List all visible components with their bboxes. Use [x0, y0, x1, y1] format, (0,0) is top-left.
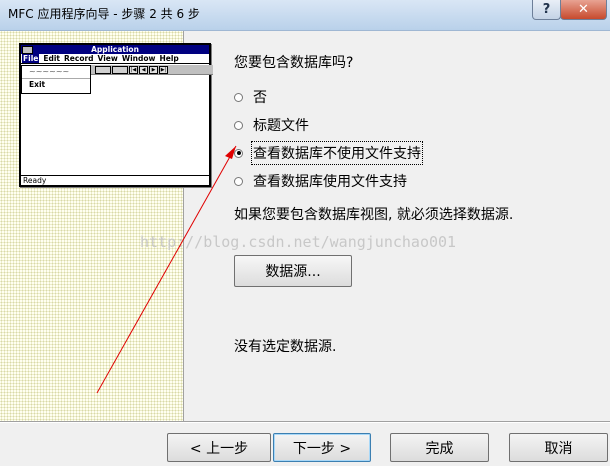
cancel-button[interactable]: 取消 — [509, 433, 608, 462]
radio-button[interactable] — [234, 176, 243, 186]
back-button[interactable]: < 上一步 — [167, 433, 271, 462]
radio-label: 标题文件 — [253, 118, 309, 134]
radio-option-db-view-with-file[interactable]: 查看数据库使用文件支持 — [234, 171, 407, 191]
sample-statusbar: Ready — [21, 175, 211, 185]
radio-label: 查看数据库不使用文件支持 — [251, 141, 423, 165]
window-title: MFC 应用程序向导 - 步骤 2 共 6 步 — [8, 7, 200, 21]
radio-option-header-files[interactable]: 标题文件 — [234, 115, 309, 135]
radio-button-selected[interactable] — [234, 148, 243, 158]
prev-record-icon: ◀ — [139, 65, 148, 74]
datasource-button[interactable]: 数据源... — [234, 255, 352, 287]
radio-label: 否 — [253, 90, 267, 106]
sample-menubar: File Edit Record View Window Help — [21, 54, 209, 64]
sample-menu-edit: Edit — [43, 54, 61, 63]
help-button[interactable]: ? — [532, 0, 561, 20]
sample-exit-item: Exit — [22, 78, 90, 91]
radio-option-none[interactable]: 否 — [234, 87, 267, 107]
sample-application-window: Application File Edit Record View Window… — [19, 43, 213, 187]
sample-menu-file: File — [22, 54, 40, 63]
wizard-content: 您要包含数据库吗? 否 标题文件 查看数据库不使用文件支持 查看数据库使用文件支… — [140, 31, 610, 421]
toolbar-block — [95, 65, 111, 74]
close-button[interactable]: ✕ — [560, 0, 607, 20]
button-separator — [0, 421, 610, 423]
sample-app-title: Application — [91, 45, 139, 54]
database-question: 您要包含数据库吗? — [234, 55, 354, 71]
last-record-icon: ▶| — [159, 65, 168, 74]
sample-menu-window: Window — [121, 54, 156, 63]
sample-file-dropdown: ~~~~~~ Exit — [21, 65, 91, 94]
sample-menu-record: Record — [64, 54, 94, 63]
toolbar-block — [112, 65, 128, 74]
sample-menu-view: View — [97, 54, 118, 63]
next-record-icon: ▶ — [149, 65, 158, 74]
help-icon: ? — [542, 2, 551, 17]
radio-option-db-view-no-file[interactable]: 查看数据库不使用文件支持 — [234, 141, 423, 165]
first-record-icon: |◀ — [129, 65, 138, 74]
radio-label: 查看数据库使用文件支持 — [253, 174, 407, 190]
radio-button[interactable] — [234, 120, 243, 130]
sample-app-titlebar: Application — [21, 45, 209, 54]
radio-button[interactable] — [234, 92, 243, 102]
sample-dropdown-item: ~~~~~~ — [29, 67, 70, 76]
close-icon: ✕ — [578, 2, 589, 17]
datasource-info-text: 如果您要包含数据库视图, 就必须选择数据源. — [234, 207, 514, 223]
wizard-illustration-panel: Application File Edit Record View Window… — [0, 31, 213, 421]
datasource-status: 没有选定数据源. — [234, 339, 337, 355]
blog-watermark: http://blog.csdn.net/wangjunchao001 — [140, 233, 457, 251]
sample-menu-help: Help — [159, 54, 179, 63]
finish-button[interactable]: 完成 — [390, 433, 489, 462]
system-menu-icon — [22, 46, 33, 54]
title-bar: MFC 应用程序向导 - 步骤 2 共 6 步 ? ✕ — [0, 0, 610, 31]
next-button[interactable]: 下一步 > — [273, 433, 371, 462]
